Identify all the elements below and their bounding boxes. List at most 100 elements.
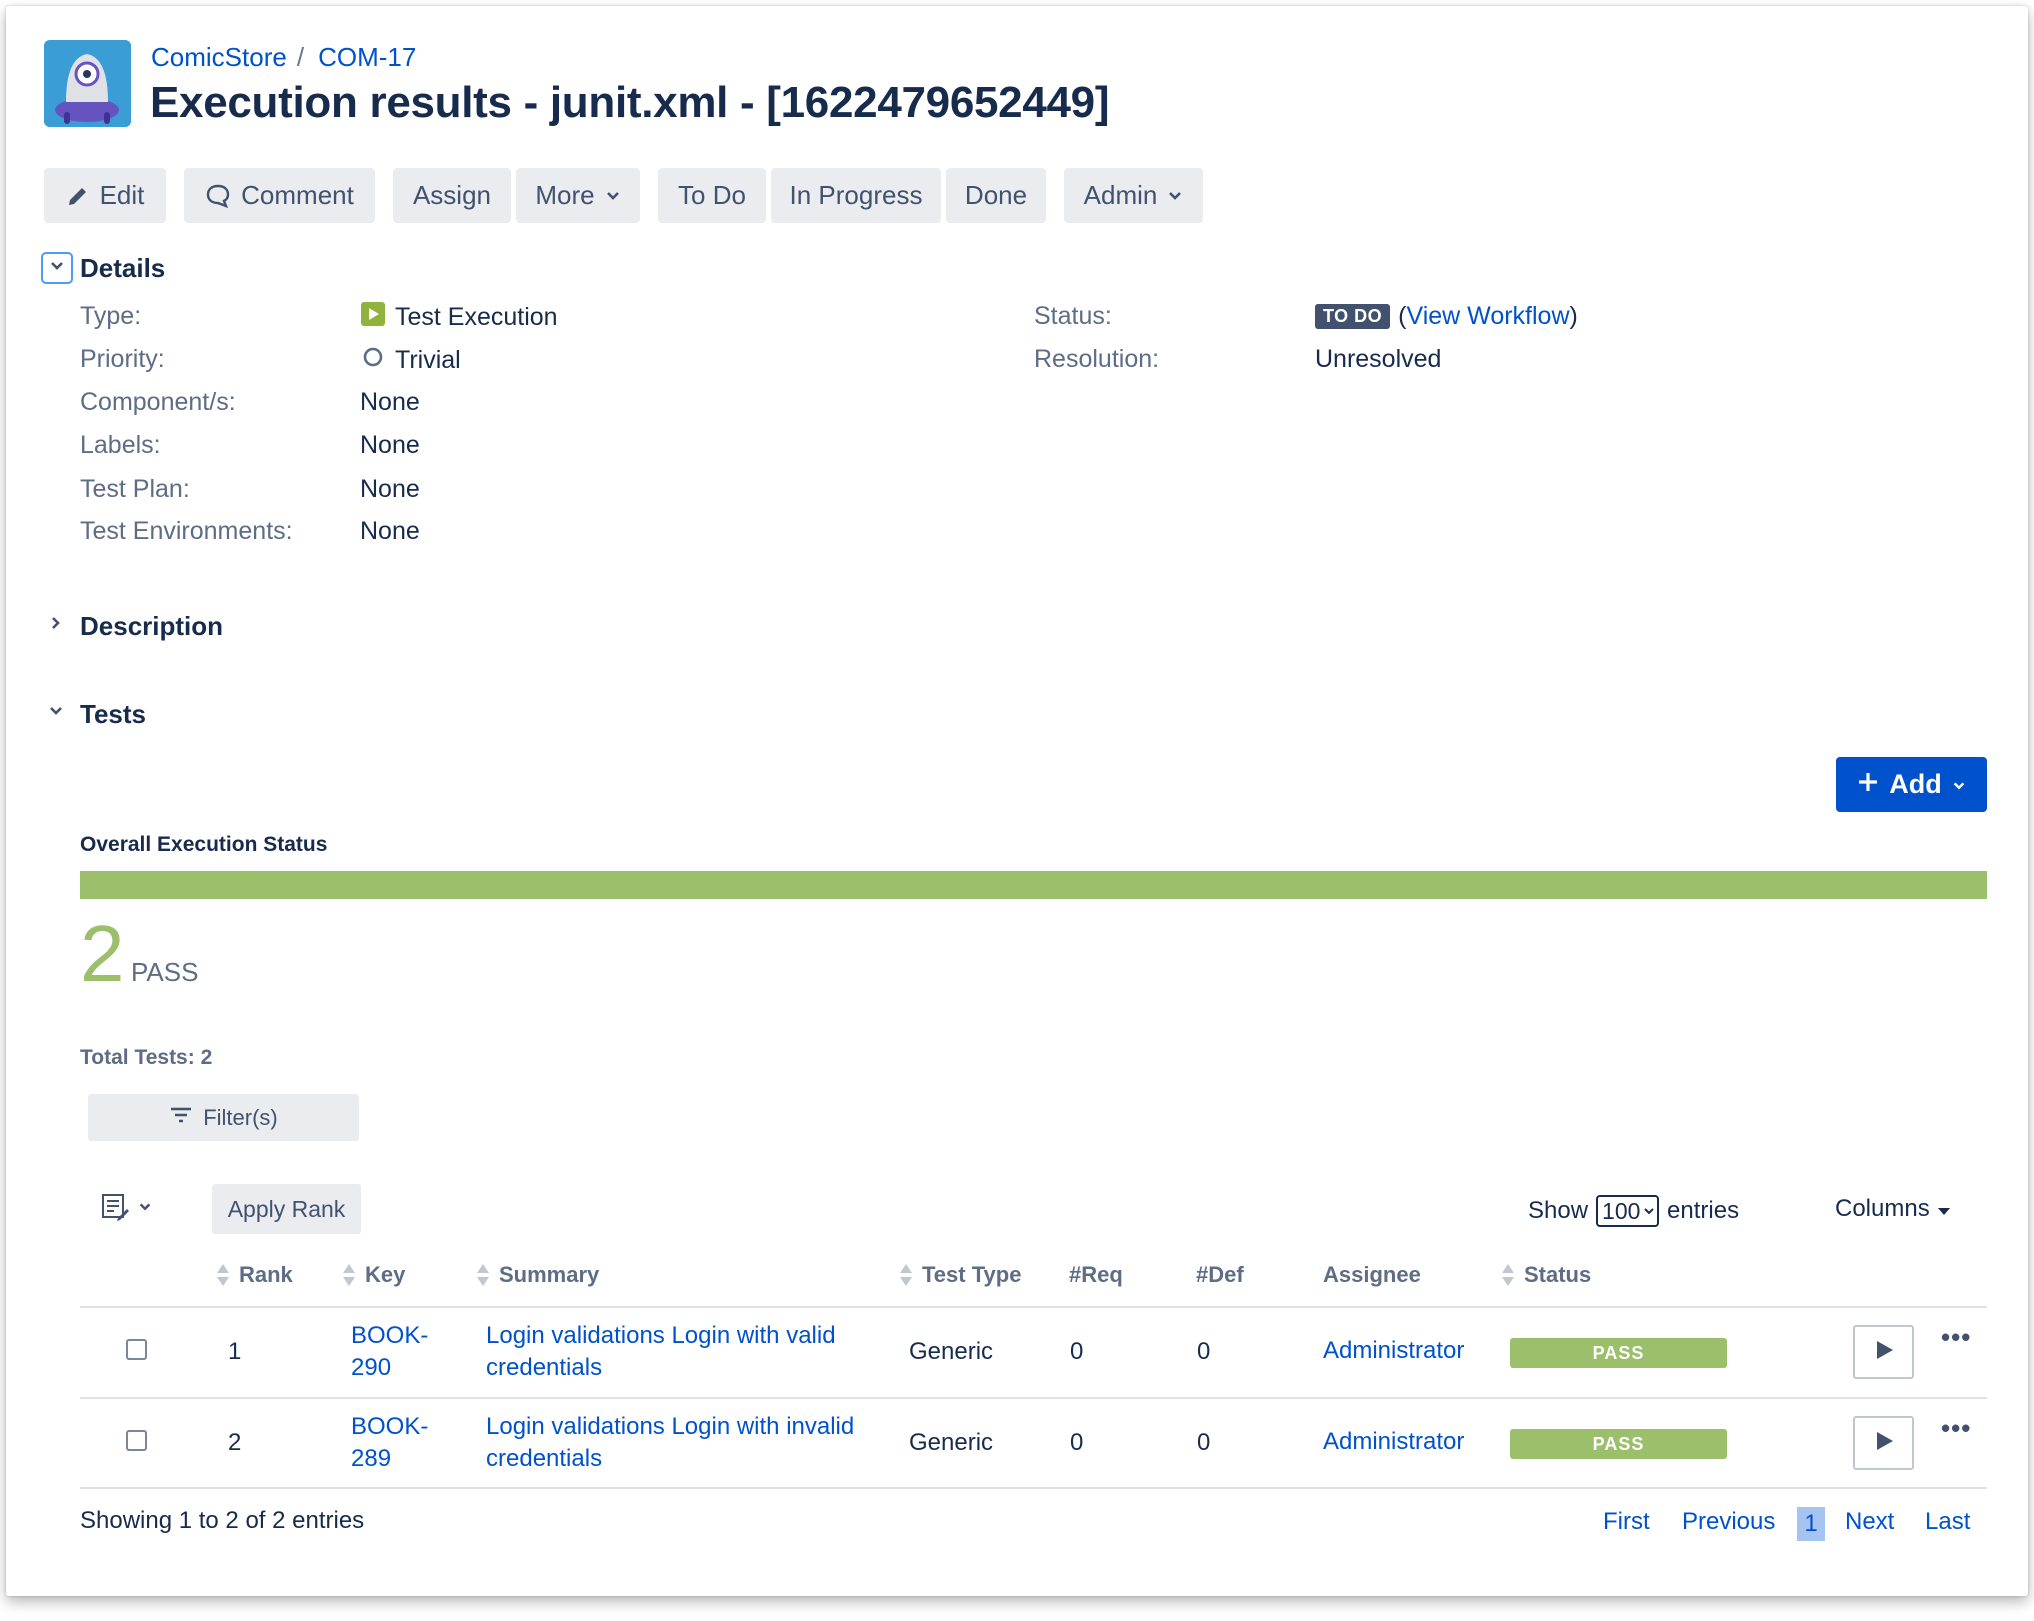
more-icon[interactable]: ••• [1941, 1322, 1971, 1353]
sort-icon [900, 1263, 912, 1287]
column-header-rank[interactable]: Rank [217, 1262, 293, 1288]
priority-text: Trivial [395, 346, 461, 374]
breadcrumb-project-link[interactable]: ComicStore [151, 42, 287, 72]
priority-value: Trivial [361, 345, 461, 376]
add-tests-button[interactable]: Add [1836, 757, 1987, 812]
overall-status-heading: Overall Execution Status [80, 833, 328, 856]
assignee-link[interactable]: Administrator [1323, 1426, 1464, 1458]
key-line: BOOK- [351, 1413, 429, 1440]
summary-line: Login validations Login with valid [486, 1322, 836, 1349]
summary-line: Login validations Login with invalid [486, 1413, 855, 1440]
breadcrumb: ComicStore / COM-17 [151, 42, 416, 73]
key-line: 290 [351, 1354, 392, 1381]
details-toggle[interactable] [41, 252, 73, 284]
pagination-first[interactable]: First [1603, 1508, 1650, 1536]
overall-status-bar [80, 871, 1987, 899]
key-line: BOOK- [351, 1322, 429, 1349]
summary-line: credentials [486, 1354, 603, 1381]
row-checkbox[interactable] [126, 1430, 147, 1451]
chevron-down-icon [605, 188, 621, 204]
status-value: TO DO (View Workflow) [1315, 302, 1578, 331]
filter-button[interactable]: Filter(s) [88, 1094, 359, 1141]
showing-entries-text: Showing 1 to 2 of 2 entries [80, 1507, 365, 1534]
chevron-down-icon [49, 258, 65, 279]
table-divider [80, 1397, 1987, 1399]
chevron-down-icon [1167, 188, 1183, 204]
apply-rank-button[interactable]: Apply Rank [212, 1184, 361, 1234]
test-key-link[interactable]: BOOK- 290 [351, 1320, 428, 1384]
rank-header-label: Rank [239, 1262, 293, 1287]
admin-button[interactable]: Admin [1064, 168, 1203, 223]
columns-label: Columns [1835, 1195, 1930, 1222]
execute-button[interactable] [1853, 1416, 1914, 1470]
edit-label: Edit [99, 180, 145, 210]
labels-value: None [360, 431, 420, 459]
filter-icon [169, 1105, 193, 1131]
summary-line: credentials [486, 1445, 603, 1472]
page-size-control: Show 100 entries [1528, 1195, 1739, 1227]
in-progress-label: In Progress [789, 180, 923, 210]
sort-icon [477, 1263, 489, 1287]
test-execution-icon [361, 302, 385, 333]
page-title: Execution results - junit.xml - [1622479… [150, 78, 1110, 127]
test-summary-link[interactable]: Login validations Login with valid creden… [486, 1320, 836, 1384]
column-header-key[interactable]: Key [343, 1262, 405, 1288]
chevron-down-icon [138, 1200, 152, 1219]
execute-button[interactable] [1853, 1325, 1914, 1379]
tests-heading: Tests [80, 699, 146, 729]
done-label: Done [964, 180, 1028, 210]
column-header-status[interactable]: Status [1502, 1262, 1591, 1288]
table-divider [80, 1306, 1987, 1308]
columns-button[interactable]: Columns [1835, 1195, 1950, 1223]
breadcrumb-separator: / [296, 42, 305, 72]
column-header-test-type[interactable]: Test Type [900, 1262, 1021, 1288]
test-summary-link[interactable]: Login validations Login with invalid cred… [486, 1411, 854, 1475]
def-cell: 0 [1197, 1338, 1211, 1365]
pencil-icon [66, 184, 90, 208]
bulk-edit-menu[interactable] [100, 1192, 152, 1227]
edit-button[interactable]: Edit [44, 168, 166, 223]
assign-button[interactable]: Assign [393, 168, 511, 223]
resolution-label: Resolution: [1034, 345, 1160, 373]
comment-icon [205, 183, 231, 209]
breadcrumb-issue-link[interactable]: COM-17 [318, 42, 416, 72]
description-toggle[interactable] [41, 610, 71, 640]
todo-transition-button[interactable]: To Do [658, 168, 766, 223]
more-icon[interactable]: ••• [1941, 1413, 1971, 1444]
comment-label: Comment [241, 180, 354, 210]
pagination-previous[interactable]: Previous [1682, 1508, 1775, 1536]
description-heading: Description [80, 611, 224, 641]
status-lozenge: TO DO [1315, 304, 1391, 329]
pagination-next[interactable]: Next [1845, 1508, 1894, 1536]
assignee-link[interactable]: Administrator [1323, 1335, 1464, 1367]
row-checkbox[interactable] [126, 1339, 147, 1360]
pagination-last[interactable]: Last [1925, 1508, 1970, 1536]
test-key-link[interactable]: BOOK- 289 [351, 1411, 428, 1475]
test-type-header-label: Test Type [922, 1262, 1022, 1287]
test-type-cell: Generic [909, 1429, 994, 1456]
more-button[interactable]: More [516, 168, 640, 223]
project-avatar-icon[interactable] [44, 40, 131, 127]
entries-label: entries [1667, 1197, 1740, 1224]
assignee-header-label: Assignee [1323, 1262, 1421, 1287]
comment-button[interactable]: Comment [184, 168, 375, 223]
details-heading: Details [80, 253, 166, 283]
page-size-select[interactable]: 100 [1596, 1195, 1660, 1227]
chevron-right-icon [48, 615, 64, 636]
pass-label: PASS [131, 957, 199, 987]
assign-label: Assign [412, 180, 492, 210]
show-label: Show [1528, 1197, 1589, 1224]
status-header-label: Status [1524, 1262, 1592, 1287]
labels-label: Labels: [80, 431, 161, 459]
plus-icon [1857, 769, 1879, 800]
rank-cell: 1 [228, 1338, 242, 1365]
pagination-current-page[interactable]: 1 [1797, 1507, 1825, 1541]
component-label: Component/s: [80, 388, 236, 416]
in-progress-transition-button[interactable]: In Progress [771, 168, 941, 223]
done-transition-button[interactable]: Done [946, 168, 1046, 223]
tests-toggle[interactable] [41, 698, 71, 728]
view-workflow-link[interactable]: View Workflow [1407, 302, 1570, 330]
def-header-label: #Def [1196, 1262, 1244, 1287]
column-header-summary[interactable]: Summary [477, 1262, 599, 1288]
status-badge: PASS [1510, 1429, 1727, 1459]
